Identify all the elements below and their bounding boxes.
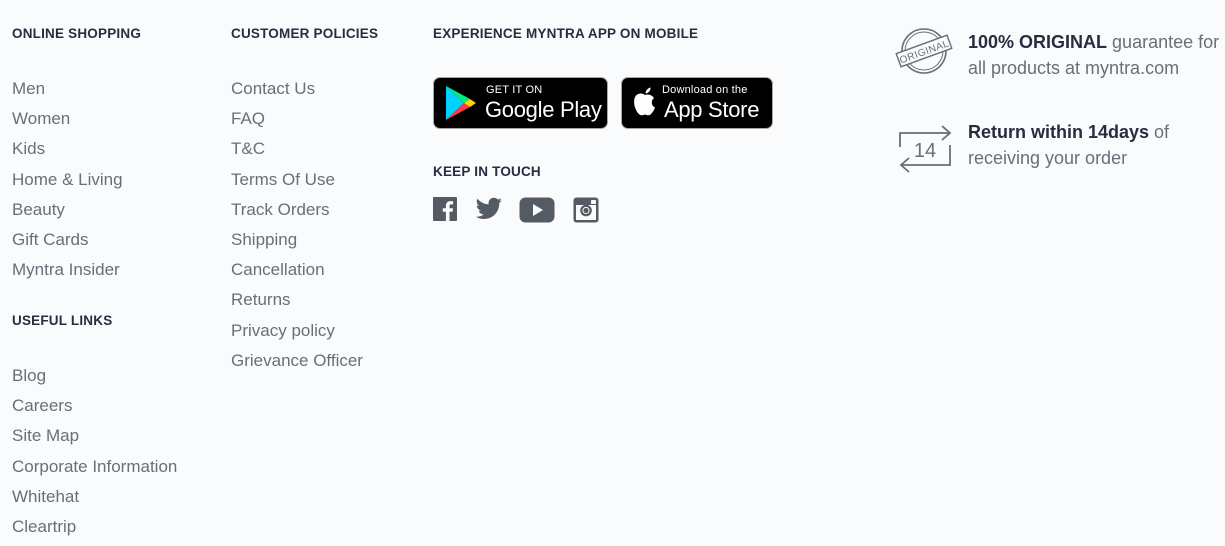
google-play-button[interactable]: GET IT ON Google Play	[433, 77, 608, 129]
google-play-small-text: GET IT ON	[486, 84, 543, 96]
app-store-big-text: App Store	[664, 97, 760, 122]
app-store-button[interactable]: Download on the App Store	[621, 77, 773, 129]
original-badge-icon: ORIGINAL	[895, 28, 953, 74]
useful-links-heading: USEFUL LINKS	[12, 313, 113, 328]
youtube-icon[interactable]	[519, 197, 555, 223]
footer-link-faq[interactable]: FAQ	[231, 108, 363, 138]
footer-link-kids[interactable]: Kids	[12, 138, 123, 168]
instagram-icon[interactable]	[573, 197, 599, 223]
twitter-icon[interactable]	[475, 197, 503, 221]
footer-link-tnc[interactable]: T&C	[231, 138, 363, 168]
footer-link-home-living[interactable]: Home & Living	[12, 169, 123, 199]
google-play-big-text: Google Play	[485, 97, 602, 122]
original-guarantee-strong: 100% ORIGINAL	[968, 32, 1108, 52]
footer-link-cleartrip[interactable]: Cleartrip	[12, 516, 177, 546]
footer-link-terms-of-use[interactable]: Terms Of Use	[231, 169, 363, 199]
footer-link-men[interactable]: Men	[12, 78, 123, 108]
return-days-number: 14	[914, 140, 936, 162]
original-guarantee-text: 100% ORIGINAL guarantee for all products…	[968, 29, 1225, 81]
online-shopping-heading: ONLINE SHOPPING	[12, 26, 142, 41]
footer-link-shipping[interactable]: Shipping	[231, 229, 363, 259]
footer-link-myntra-insider[interactable]: Myntra Insider	[12, 259, 123, 289]
footer-link-beauty[interactable]: Beauty	[12, 199, 123, 229]
return-policy-text: Return within 14days of receiving your o…	[968, 119, 1225, 171]
footer-link-women[interactable]: Women	[12, 108, 123, 138]
footer-link-returns[interactable]: Returns	[231, 289, 363, 319]
online-shopping-links: Men Women Kids Home & Living Beauty Gift…	[12, 78, 123, 289]
footer-link-contact-us[interactable]: Contact Us	[231, 78, 363, 108]
footer-link-grievance-officer[interactable]: Grievance Officer	[231, 350, 363, 380]
footer-link-corporate-information[interactable]: Corporate Information	[12, 456, 177, 486]
return-policy-strong: Return within 14days	[968, 122, 1150, 142]
customer-policies-heading: CUSTOMER POLICIES	[231, 26, 379, 41]
keep-in-touch-heading: KEEP IN TOUCH	[433, 164, 541, 179]
footer-link-gift-cards[interactable]: Gift Cards	[12, 229, 123, 259]
footer-link-cancellation[interactable]: Cancellation	[231, 259, 363, 289]
footer-link-careers[interactable]: Careers	[12, 395, 177, 425]
customer-policies-links: Contact Us FAQ T&C Terms Of Use Track Or…	[231, 78, 363, 380]
facebook-icon[interactable]	[433, 197, 457, 221]
app-heading: EXPERIENCE MYNTRA APP ON MOBILE	[433, 26, 699, 41]
apple-icon	[634, 87, 655, 116]
useful-links: Blog Careers Site Map Corporate Informat…	[12, 365, 177, 546]
footer-link-site-map[interactable]: Site Map	[12, 425, 177, 455]
footer-link-blog[interactable]: Blog	[12, 365, 177, 395]
return-14-days-icon: 14	[899, 125, 952, 173]
google-play-icon	[446, 86, 476, 120]
footer-link-whitehat[interactable]: Whitehat	[12, 486, 177, 516]
footer-link-privacy-policy[interactable]: Privacy policy	[231, 320, 363, 350]
footer-link-track-orders[interactable]: Track Orders	[231, 199, 363, 229]
app-store-small-text: Download on the	[662, 84, 748, 96]
